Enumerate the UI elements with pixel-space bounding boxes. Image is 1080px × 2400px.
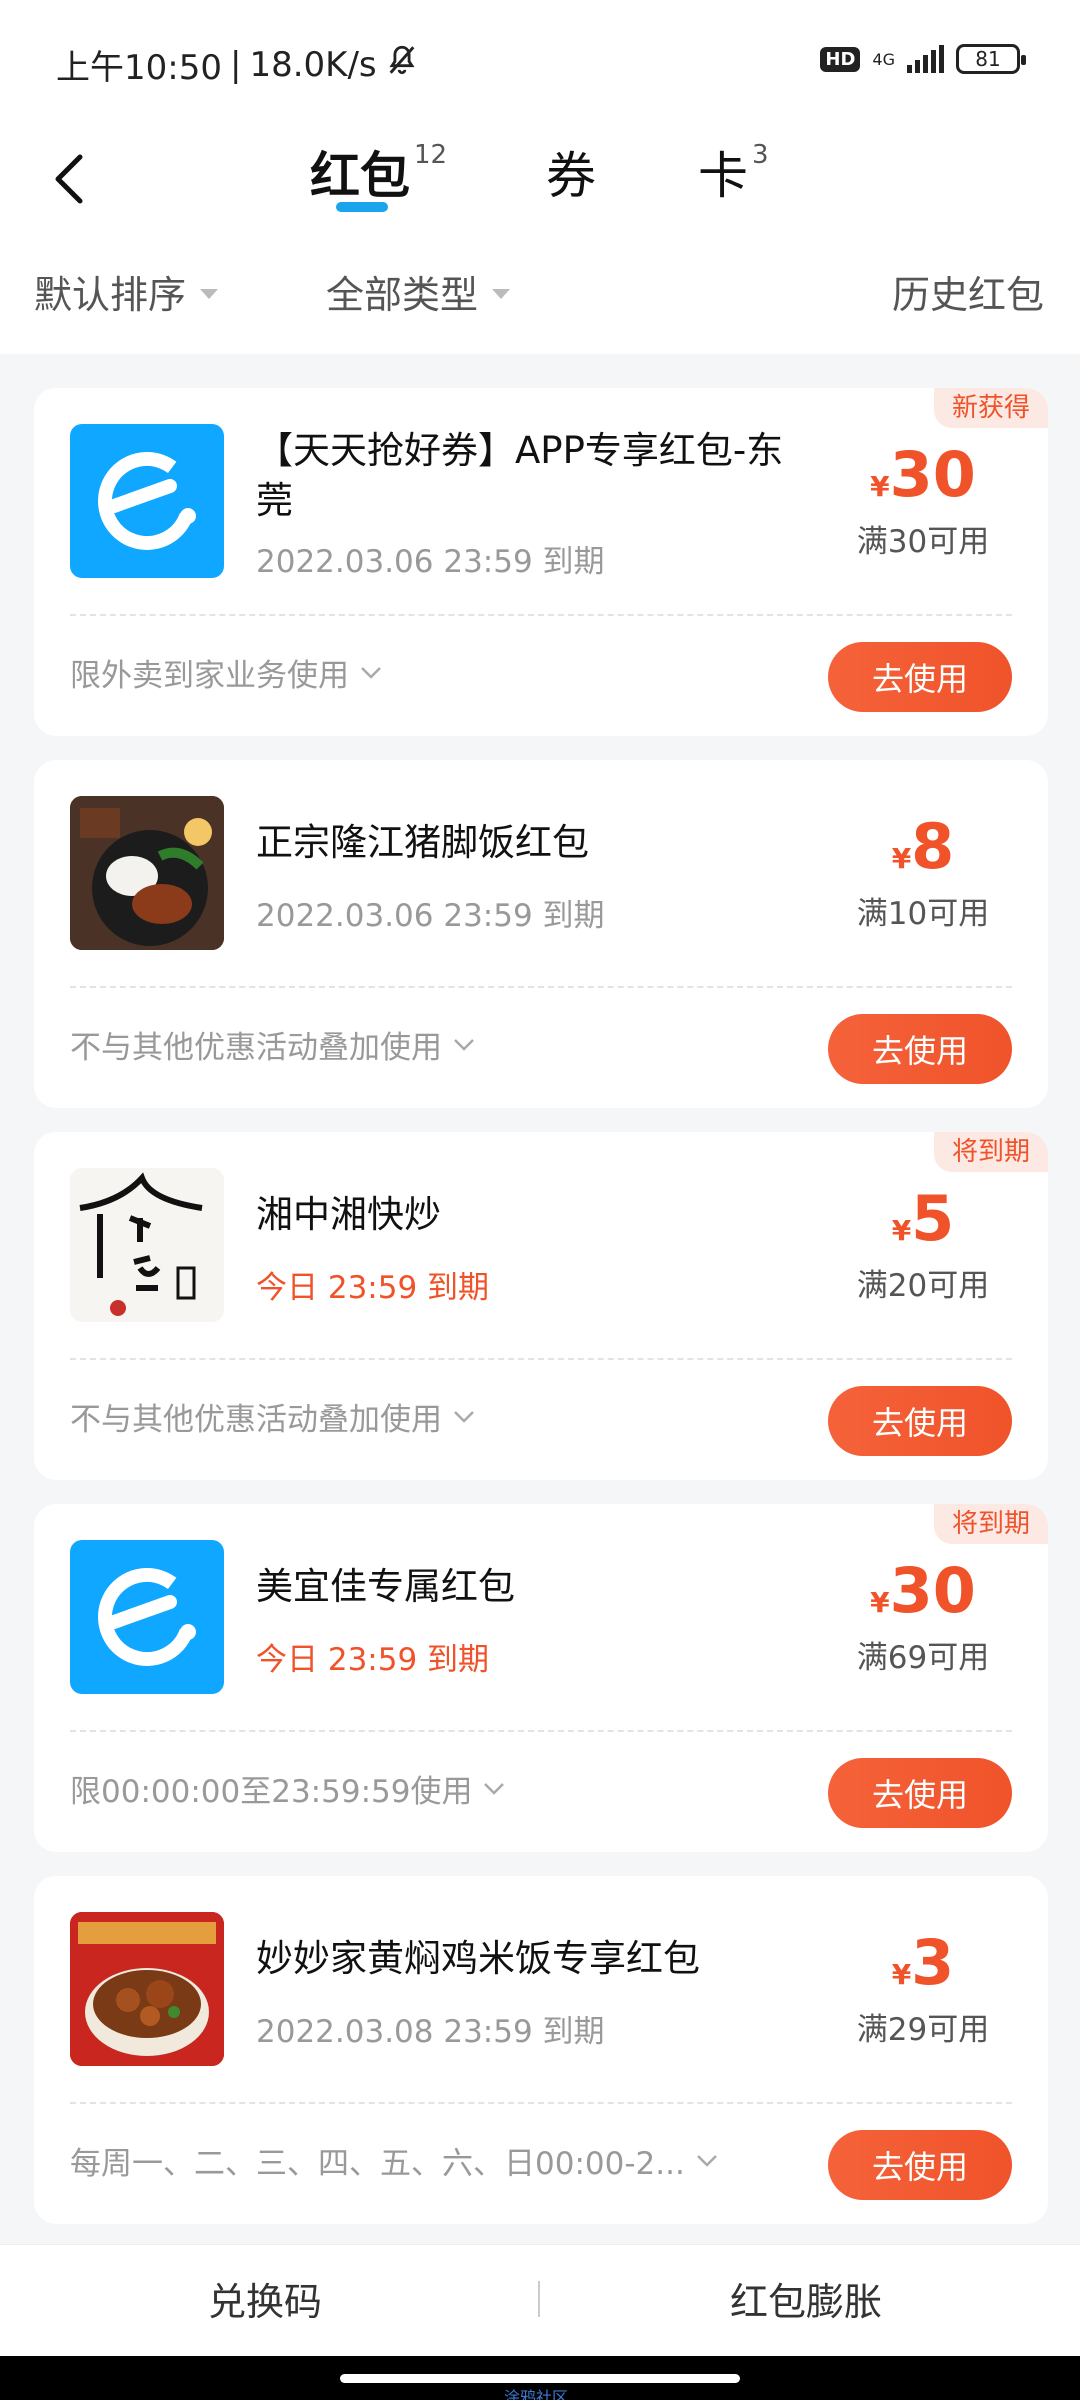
- hongbao-card: 妙妙家黄焖鸡米饭专享红包 2022.03.08 23:59 到期 ¥3 满29可…: [34, 1876, 1048, 2224]
- filter-bar: 默认排序 全部类型 历史红包: [0, 240, 1080, 354]
- chevron-down-icon: [696, 2154, 717, 2167]
- use-button[interactable]: 去使用: [828, 1386, 1012, 1456]
- card-title: 湘中湘快炒: [256, 1193, 441, 1236]
- card-condition: 满20可用: [856, 1268, 990, 1304]
- chevron-left-icon: [55, 154, 83, 204]
- history-link[interactable]: 历史红包: [892, 264, 1044, 319]
- use-button[interactable]: 去使用: [828, 1014, 1012, 1084]
- card-title: 美宜佳专属红包: [256, 1565, 515, 1608]
- status-time: 上午10:50: [56, 48, 222, 88]
- status-right: HD 4G 81: [820, 44, 1026, 74]
- card-condition: 满30可用: [856, 524, 990, 560]
- card-rule-toggle[interactable]: 限外卖到家业务使用: [70, 650, 383, 695]
- card-rule-toggle[interactable]: 不与其他优惠活动叠加使用: [70, 1394, 476, 1439]
- history-label: 历史红包: [891, 273, 1044, 317]
- card-rule-toggle[interactable]: 限00:00:00至23:59:59使用: [70, 1766, 506, 1811]
- status-left: 上午10:50 | 18.0K/s: [56, 40, 419, 89]
- card-condition: 满29可用: [856, 2012, 990, 2048]
- divider: [70, 986, 1012, 988]
- divider: [70, 1730, 1012, 1732]
- tab-label: 券: [546, 147, 596, 205]
- tab-coupon[interactable]: 券: [546, 126, 596, 226]
- status-bar: 上午10:50 | 18.0K/s HD 4G 81: [0, 0, 1080, 120]
- chevron-down-icon: [454, 1410, 474, 1423]
- type-label: 全部类型: [326, 273, 479, 317]
- eleme-logo: [70, 424, 224, 578]
- hongbao-card: 将到期 湘中湘快炒 今日 23:59 到期 ¥5 满20可用 不与其他优惠活动叠…: [34, 1132, 1048, 1480]
- use-button[interactable]: 去使用: [828, 1758, 1012, 1828]
- battery-icon: 81: [956, 44, 1026, 74]
- home-indicator[interactable]: [340, 2374, 740, 2383]
- use-button[interactable]: 去使用: [828, 2130, 1012, 2200]
- card-expiry: 今日 23:59 到期: [256, 1270, 490, 1306]
- tab-card[interactable]: 卡 3: [698, 126, 769, 226]
- card-title: 【天天抢好券】APP专享红包-东莞: [256, 429, 784, 522]
- caret-down-icon: [200, 288, 219, 299]
- card-expiry: 2022.03.06 23:59 到期: [256, 898, 605, 934]
- card-amount: ¥30: [870, 438, 976, 511]
- hongbao-card: 正宗隆江猪脚饭红包 2022.03.06 23:59 到期 ¥8 满10可用 不…: [34, 760, 1048, 1108]
- sort-label: 默认排序: [34, 273, 187, 317]
- network-label: 4G: [872, 49, 895, 69]
- hongbao-card: 将到期 美宜佳专属红包 今日 23:59 到期 ¥30 满69可用 限00:00…: [34, 1504, 1048, 1852]
- eleme-logo: [70, 1540, 224, 1694]
- card-title: 正宗隆江猪脚饭红包: [256, 821, 589, 864]
- card-amount: ¥3: [891, 1926, 955, 1999]
- new-badge: 新获得: [933, 388, 1048, 428]
- type-dropdown[interactable]: 全部类型: [326, 264, 511, 319]
- card-expiry: 今日 23:59 到期: [256, 1642, 490, 1678]
- expiring-badge: 将到期: [933, 1504, 1048, 1544]
- divider: [70, 2102, 1012, 2104]
- tab-count: 12: [414, 140, 448, 170]
- signal-icon: [907, 45, 944, 73]
- card-condition: 满69可用: [856, 1640, 990, 1676]
- card-amount: ¥8: [891, 810, 955, 883]
- tab-label: 卡: [698, 147, 748, 205]
- tab-count: 3: [752, 140, 769, 170]
- status-speed: 18.0K/s: [249, 44, 377, 85]
- hongbao-expand-button[interactable]: 红包膨胀: [730, 2271, 882, 2326]
- active-tab-indicator: [336, 202, 388, 212]
- watermark: 涂鸦社区: [504, 2388, 569, 2400]
- card-rule-toggle[interactable]: 不与其他优惠活动叠加使用: [70, 1022, 476, 1067]
- caret-down-icon: [492, 288, 511, 299]
- card-title: 妙妙家黄焖鸡米饭专享红包: [256, 1937, 700, 1980]
- card-amount: ¥5: [891, 1182, 955, 1255]
- battery-level: 81: [975, 47, 1001, 71]
- divider: [70, 1358, 1012, 1360]
- chicken-rice-image: [70, 1912, 224, 2066]
- card-condition: 满10可用: [856, 896, 990, 932]
- divider: [538, 2281, 540, 2317]
- use-button[interactable]: 去使用: [828, 642, 1012, 712]
- chevron-down-icon: [484, 1782, 505, 1795]
- hongbao-list: 新获得 【天天抢好券】APP专享红包-东莞 2022.03.06 23:59 到…: [34, 388, 1048, 2248]
- chevron-down-icon: [454, 1038, 474, 1051]
- header: 红包 12 券 卡 3: [0, 120, 1080, 240]
- pork-rice-image: [70, 796, 224, 950]
- redeem-code-button[interactable]: 兑换码: [208, 2271, 322, 2326]
- expiring-badge: 将到期: [933, 1132, 1048, 1172]
- chevron-down-icon: [361, 666, 381, 679]
- hongbao-card: 新获得 【天天抢好券】APP专享红包-东莞 2022.03.06 23:59 到…: [34, 388, 1048, 736]
- sort-dropdown[interactable]: 默认排序: [34, 264, 219, 319]
- card-expiry: 2022.03.06 23:59 到期: [256, 544, 605, 580]
- hd-badge: HD: [820, 46, 861, 72]
- card-amount: ¥30: [870, 1554, 976, 1627]
- divider: [70, 614, 1012, 616]
- card-rule-toggle[interactable]: 每周一、二、三、四、五、六、日00:00-2...: [70, 2138, 719, 2183]
- bottom-bar: 兑换码 红包膨胀: [0, 2244, 1080, 2356]
- xiangzhongxiang-logo: [70, 1168, 224, 1322]
- back-button[interactable]: [38, 134, 98, 224]
- mute-bell-icon: [385, 43, 419, 86]
- card-expiry: 2022.03.08 23:59 到期: [256, 2014, 605, 2050]
